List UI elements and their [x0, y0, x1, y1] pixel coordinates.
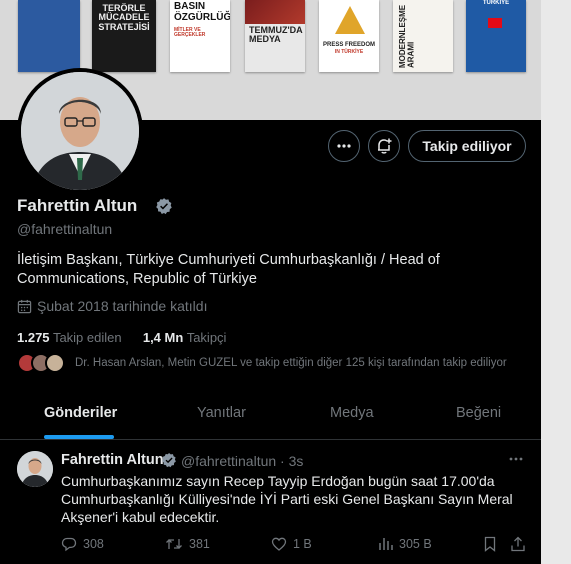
calendar-icon [17, 299, 32, 313]
banner-book-6: MODERNLEŞME ARAMI [393, 0, 453, 72]
profile-stats: 1.275 Takip edilen 1,4 Mn Takipçi [17, 330, 226, 345]
bookmark-button[interactable] [483, 536, 497, 552]
tweet-time[interactable]: 3s [289, 453, 304, 469]
tab-media[interactable]: Medya [330, 387, 374, 439]
banner-book-1 [18, 0, 80, 72]
followers-you-know[interactable]: Dr. Hasan Arslan, Metin GUZEL ve takip e… [17, 353, 507, 373]
book-subtitle: MİTLER VE GERÇEKLER [174, 27, 206, 39]
heart-icon [271, 537, 287, 551]
repost-button[interactable]: 381 [165, 536, 210, 552]
tweet-avatar[interactable] [17, 451, 53, 487]
followed-by-text: Dr. Hasan Arslan, Metin GUZEL ve takip e… [75, 357, 507, 369]
notifications-button[interactable] [368, 130, 400, 162]
avatar-portrait [21, 72, 139, 190]
verified-badge-icon[interactable] [155, 197, 173, 220]
tab-replies[interactable]: Yanıtlar [197, 387, 246, 439]
followers-link[interactable]: 1,4 Mn Takipçi [143, 330, 227, 345]
following-button[interactable]: Takip ediliyor [408, 130, 526, 162]
profile-tabs: Gönderiler Yanıtlar Medya Beğeni [0, 387, 541, 440]
book-title: BASIN ÖZGÜRLÜĞÜ [174, 1, 230, 23]
tweet-meta: @fahrettinaltun · 3s [181, 453, 303, 469]
tab-posts[interactable]: Gönderiler [44, 387, 117, 439]
following-label: Takip edilen [52, 330, 122, 345]
tweet-author-name[interactable]: Fahrettin Altun [61, 452, 164, 468]
repost-icon [166, 539, 182, 549]
separator: · [280, 453, 289, 469]
mutual-avatar [45, 353, 65, 373]
tweet-author-handle[interactable]: @fahrettinaltun [181, 453, 276, 469]
profile-name: Fahrettin Altun [17, 196, 138, 215]
banner-book-7: TÜRKİYE [466, 0, 526, 72]
followers-label: Takipçi [186, 330, 227, 345]
banner-book-4: TEMMUZ'DA MEDYA [245, 0, 305, 72]
tweet-text: Cumhurbaşkanımız sayın Recep Tayyip Erdo… [61, 473, 513, 525]
reply-button[interactable]: 308 [61, 536, 104, 552]
bookmark-icon [484, 536, 496, 552]
book-title: TEMMUZ'DA MEDYA [249, 25, 303, 45]
book-subtitle: IN TÜRKİYE [334, 49, 364, 55]
view-count: 305 B [399, 537, 432, 551]
reply-count: 308 [83, 537, 104, 551]
analytics-icon [379, 538, 393, 550]
verified-badge-icon [161, 452, 177, 473]
like-button[interactable]: 1 B [271, 536, 312, 552]
book-title: PRESS FREEDOM [323, 42, 376, 48]
join-date-text: Şubat 2018 tarihinde katıldı [37, 298, 208, 314]
share-button[interactable] [510, 536, 526, 552]
active-tab-indicator [44, 435, 114, 439]
book-title: MODERNLEŞME ARAMI [398, 4, 416, 68]
followers-count: 1,4 Mn [142, 330, 184, 345]
bell-plus-icon [378, 138, 392, 154]
reply-icon [61, 537, 77, 552]
window-margin [541, 0, 571, 564]
profile-avatar[interactable] [17, 68, 143, 194]
banner-book-2: TERÖRLE MÜCADELE STRATEJİSİ [92, 0, 156, 72]
following-link[interactable]: 1.275 Takip edilen [17, 330, 122, 345]
tweet-more-button[interactable] [508, 451, 524, 472]
avatar-photo [21, 72, 139, 190]
tweet-avatar-photo [17, 451, 53, 487]
views-button[interactable]: 305 B [377, 536, 432, 552]
book-title: TERÖRLE MÜCADELE STRATEJİSİ [98, 3, 150, 32]
profile-page: TERÖRLE MÜCADELE STRATEJİSİ BASIN ÖZGÜRL… [0, 0, 541, 564]
following-count: 1.275 [17, 330, 50, 345]
more-icon [337, 144, 351, 148]
share-icon [511, 536, 525, 552]
banner-book-3: BASIN ÖZGÜRLÜĞÜ MİTLER VE GERÇEKLER [170, 0, 230, 72]
more-icon [509, 457, 523, 461]
more-button[interactable] [328, 130, 360, 162]
book-title: TÜRKİYE [482, 0, 510, 6]
profile-handle: @fahrettinaltun [17, 221, 113, 237]
repost-count: 381 [189, 537, 210, 551]
join-date: Şubat 2018 tarihinde katıldı [17, 298, 207, 314]
profile-bio: İletişim Başkanı, Türkiye Cumhuriyeti Cu… [17, 252, 440, 287]
banner-book-5: PRESS FREEDOM IN TÜRKİYE [319, 0, 379, 72]
like-count: 1 B [293, 537, 312, 551]
tab-likes[interactable]: Beğeni [456, 387, 501, 439]
